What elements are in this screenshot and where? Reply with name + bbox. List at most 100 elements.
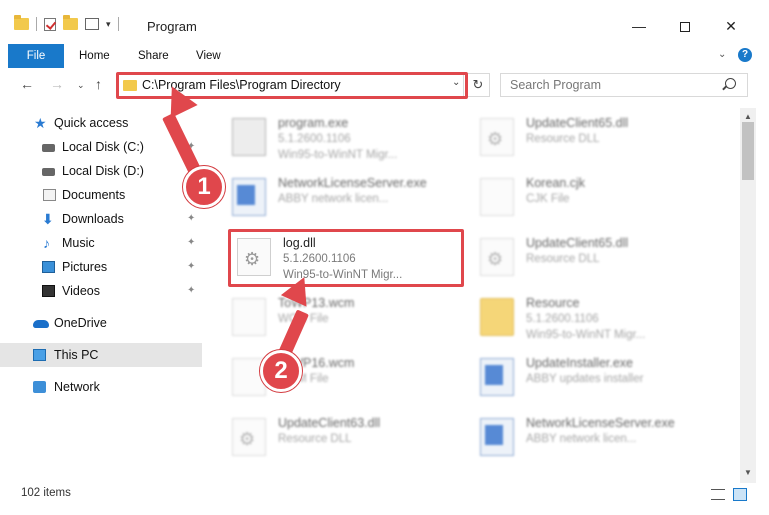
properties-icon[interactable] xyxy=(85,18,99,30)
file-name: UpdateClient65.dll xyxy=(526,236,629,250)
recent-locations-icon[interactable]: ⌄ xyxy=(77,80,85,91)
sidebar-item-label: Network xyxy=(54,380,100,394)
close-button[interactable]: ✕ xyxy=(708,12,754,40)
sidebar-item-music[interactable]: ♪ Music ✦ xyxy=(0,231,202,255)
file-item[interactable]: NetworkLicenseServer.exe ABBY network li… xyxy=(474,410,724,468)
sidebar-item-downloads[interactable]: ⬇ Downloads ✦ xyxy=(0,207,202,231)
sidebar-item-label: Downloads xyxy=(62,212,124,226)
disk-icon xyxy=(42,144,55,152)
search-input[interactable]: Search Program xyxy=(500,73,748,97)
minimize-button[interactable]: — xyxy=(616,12,662,40)
file-item[interactable]: UpdateClient65.dll Resource DLL xyxy=(474,230,724,288)
vertical-scrollbar[interactable]: ▲ ▼ xyxy=(740,108,756,483)
videos-icon xyxy=(42,285,55,297)
refresh-button[interactable]: ↻ xyxy=(466,73,490,97)
file-name: UpdateClient63.dll xyxy=(278,416,381,430)
sidebar-item-pictures[interactable]: Pictures ✦ xyxy=(0,255,202,279)
pin-icon[interactable]: ✦ xyxy=(187,255,195,279)
file-item[interactable]: program.exe 5.1.2600.1106 Win95-to-WinNT… xyxy=(226,110,476,168)
maximize-button[interactable] xyxy=(662,12,708,40)
status-bar: 102 items xyxy=(0,483,769,515)
file-name: Korean.cjk xyxy=(526,176,586,190)
sidebar-item-this-pc[interactable]: This PC xyxy=(0,343,202,367)
file-name: UpdateClient65.dll xyxy=(526,116,629,130)
pin-icon[interactable]: ✦ xyxy=(187,279,195,303)
file-name: Resource xyxy=(526,296,580,310)
file-icon xyxy=(480,178,514,216)
star-icon: ★ xyxy=(34,115,47,131)
scroll-up-icon[interactable]: ▲ xyxy=(744,112,752,121)
file-type: CJK File xyxy=(526,193,570,205)
cloud-icon xyxy=(33,320,49,328)
sidebar-item-videos[interactable]: Videos ✦ xyxy=(0,279,202,303)
disk-icon xyxy=(42,168,55,176)
dll-gear-icon xyxy=(480,238,514,276)
file-item[interactable]: Korean.cjk CJK File xyxy=(474,170,724,228)
maximize-icon xyxy=(680,22,690,33)
file-description: Win95-to-WinNT Migr... xyxy=(526,329,646,341)
file-item[interactable]: UpdateInstaller.exe ABBY updates install… xyxy=(474,350,724,408)
sidebar-item-label: Videos xyxy=(62,284,100,298)
sidebar-item-label: Music xyxy=(62,236,95,250)
new-folder-icon[interactable] xyxy=(63,15,78,30)
sidebar-item-label: Local Disk (D:) xyxy=(62,164,144,178)
step-marker-2: 2 xyxy=(260,350,302,392)
documents-icon xyxy=(43,189,56,201)
file-description: ABBY network licen... xyxy=(526,433,637,445)
program-icon xyxy=(232,118,266,156)
navigation-pane: ★ Quick access Local Disk (C:) ✦ Local D… xyxy=(0,108,202,483)
expand-ribbon-icon[interactable]: ⌄ xyxy=(718,49,726,60)
properties-check-icon[interactable] xyxy=(44,17,56,31)
folder-icon[interactable] xyxy=(14,15,29,30)
file-item[interactable]: ToWP13.wcm WCM File xyxy=(226,290,476,348)
file-item[interactable]: UpdateClient65.dll Resource DLL xyxy=(474,110,724,168)
ribbon-tabs: File Home Share View ⌄ xyxy=(0,44,769,68)
forward-arrow-icon[interactable]: → xyxy=(50,76,64,92)
pin-icon[interactable]: ✦ xyxy=(187,231,195,255)
file-item[interactable]: Resource 5.1.2600.1106 Win95-to-WinNT Mi… xyxy=(474,290,724,348)
tab-share[interactable]: Share xyxy=(138,44,169,68)
scroll-down-icon[interactable]: ▼ xyxy=(744,468,752,477)
file-description: ABBY updates installer xyxy=(526,373,644,385)
title-bar: ▾ Program — ✕ xyxy=(0,0,769,40)
file-name: program.exe xyxy=(278,116,349,130)
pc-icon xyxy=(33,349,46,361)
search-icon[interactable] xyxy=(725,78,736,89)
window-title: Program xyxy=(147,19,197,34)
file-item-log-dll[interactable]: log.dll 5.1.2600.1106 Win95-to-WinNT Mig… xyxy=(231,230,481,288)
file-item[interactable]: UpdateClient63.dll Resource DLL xyxy=(226,410,476,468)
sidebar-item-documents[interactable]: Documents ✦ xyxy=(0,183,202,207)
file-version: 5.1.2600.1106 xyxy=(278,133,351,145)
pin-icon[interactable]: ✦ xyxy=(187,207,195,231)
chevron-down-icon[interactable]: ▾ xyxy=(106,19,111,30)
tab-file[interactable]: File xyxy=(8,44,64,68)
up-arrow-icon[interactable]: ↑ xyxy=(95,76,102,92)
app-icon xyxy=(480,358,514,396)
sidebar-item-onedrive[interactable]: OneDrive xyxy=(0,311,202,335)
file-item[interactable]: NetworkLicenseServer.exe ABBY network li… xyxy=(226,170,476,228)
folder-icon xyxy=(480,298,514,336)
help-icon[interactable]: ? xyxy=(738,48,752,62)
file-name: NetworkLicenseServer.exe xyxy=(278,176,427,190)
tab-home[interactable]: Home xyxy=(79,44,110,68)
scroll-thumb[interactable] xyxy=(742,122,754,180)
file-name: UpdateInstaller.exe xyxy=(526,356,634,370)
sidebar-item-label: Pictures xyxy=(62,260,108,274)
folder-icon xyxy=(123,80,137,91)
pictures-icon xyxy=(42,261,55,273)
address-dropdown-icon[interactable]: ⌄ xyxy=(452,77,460,88)
app-icon xyxy=(232,178,266,216)
sidebar-item-network[interactable]: Network xyxy=(0,375,202,399)
item-count: 102 items xyxy=(21,487,71,499)
toolbar-divider xyxy=(36,17,37,31)
back-arrow-icon[interactable]: ← xyxy=(20,76,34,92)
download-icon: ⬇ xyxy=(42,211,54,227)
tiles-view-icon[interactable] xyxy=(733,488,747,501)
dll-gear-icon xyxy=(232,418,266,456)
file-icon xyxy=(232,298,266,336)
details-view-icon[interactable] xyxy=(711,489,725,500)
sidebar-item-local-disk-d[interactable]: Local Disk (D:) ✦ xyxy=(0,159,202,183)
sidebar-item-label: This PC xyxy=(54,348,99,362)
tab-view[interactable]: View xyxy=(196,44,221,68)
dll-gear-icon xyxy=(480,118,514,156)
